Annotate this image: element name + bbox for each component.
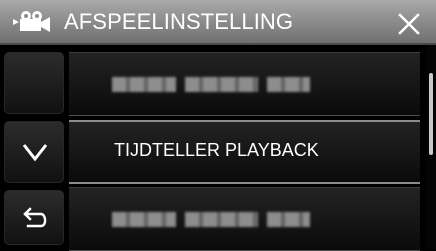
blurred-text-block bbox=[267, 76, 310, 92]
close-icon bbox=[398, 13, 420, 35]
blurred-text-block bbox=[185, 211, 258, 227]
vertical-scrollbar[interactable] bbox=[426, 45, 436, 249]
blurred-text-block bbox=[185, 76, 258, 92]
blurred-menu-label bbox=[112, 209, 324, 229]
chevron-down-icon bbox=[22, 144, 48, 162]
menu-item-timecounter-playback[interactable]: TIJDTELLER PLAYBACK bbox=[69, 120, 420, 184]
close-button[interactable] bbox=[389, 6, 429, 42]
return-arrow-icon bbox=[23, 207, 47, 228]
menu-item-blurred-bottom[interactable] bbox=[69, 187, 420, 251]
settings-menu: TIJDTELLER PLAYBACK bbox=[69, 45, 420, 251]
menu-item-label: TIJDTELLER PLAYBACK bbox=[114, 140, 319, 160]
page-title: AFSPEELINSTELLING bbox=[64, 9, 294, 34]
navigation-panel bbox=[0, 45, 69, 249]
playback-settings-screen: AFSPEELINSTELLING TIJDTELLER PLAYBACK bbox=[0, 0, 436, 251]
blurred-text-block bbox=[267, 211, 310, 227]
blurred-text-block bbox=[112, 76, 176, 92]
return-button[interactable] bbox=[4, 190, 64, 245]
title-bar: AFSPEELINSTELLING bbox=[0, 0, 436, 45]
menu-item-blurred-top[interactable] bbox=[69, 52, 420, 116]
scroll-down-button[interactable] bbox=[4, 121, 64, 183]
blurred-menu-label bbox=[112, 74, 324, 94]
blurred-text-block bbox=[112, 211, 176, 227]
blank-navigation-button bbox=[4, 52, 64, 114]
playback-camera-icon bbox=[12, 10, 54, 34]
scroll-thumb[interactable] bbox=[429, 73, 433, 155]
